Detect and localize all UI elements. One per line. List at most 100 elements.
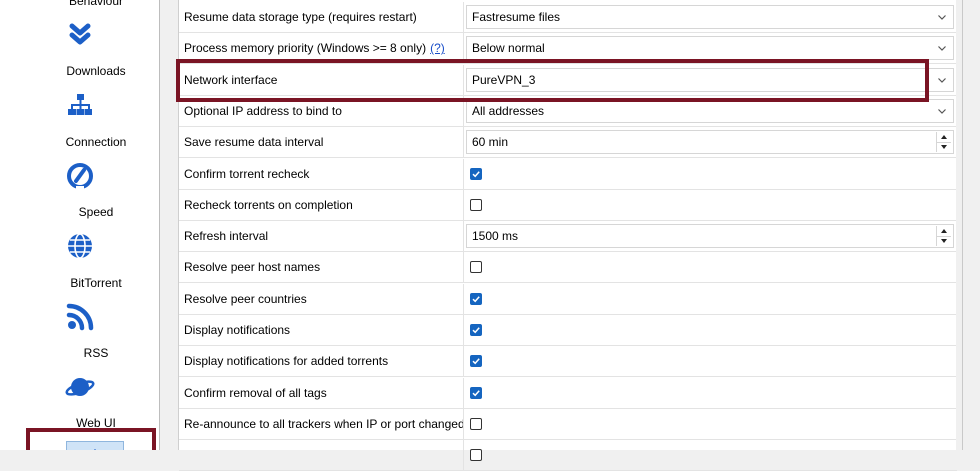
setting-value-cell	[463, 315, 957, 346]
settings-row: Confirm torrent recheck	[179, 158, 957, 190]
setting-combobox[interactable]: Below normal	[466, 36, 954, 61]
setting-label: Resume data storage type (requires resta…	[184, 2, 417, 33]
setting-label-text: Confirm removal of all tags	[184, 385, 327, 400]
setting-label-text: Process memory priority (Windows >= 8 on…	[184, 41, 427, 56]
settings-row: Resume data storage type (requires resta…	[179, 2, 957, 33]
setting-spinbox[interactable]: 60 min	[466, 130, 954, 155]
scrollbar-area[interactable]	[956, 0, 980, 450]
checkmark-icon	[472, 327, 480, 334]
checkmark-icon	[472, 170, 480, 177]
chevron-down-icon	[938, 77, 946, 83]
sidebar-item-behaviour-label[interactable]: Behaviour	[0, 0, 159, 8]
settings-row	[179, 440, 957, 471]
settings-row: Resolve peer countries	[179, 283, 957, 315]
setting-value-cell	[463, 440, 957, 471]
setting-label-text: Save resume data interval	[184, 135, 324, 150]
settings-row: Display notifications	[179, 315, 957, 346]
rss-icon[interactable]	[62, 299, 98, 335]
sidebar-item-speed-label[interactable]: Speed	[0, 205, 159, 219]
combobox-value: All addresses	[472, 103, 545, 118]
setting-value-cell	[463, 252, 957, 284]
setting-label: Save resume data interval	[184, 127, 323, 158]
setting-label-text: Resolve peer host names	[184, 260, 321, 275]
sidebar-item-rss-label[interactable]: RSS	[0, 346, 159, 360]
spinbox-value: 1500 ms	[472, 229, 519, 244]
checkbox-unchecked[interactable]	[470, 261, 482, 274]
downloads-icon[interactable]	[62, 16, 98, 52]
spin-down-button[interactable]	[937, 236, 951, 246]
setting-label-text: Refresh interval	[184, 229, 269, 244]
sidebar-item-bittorrent-label[interactable]: BitTorrent	[0, 276, 159, 290]
setting-value-cell	[463, 377, 957, 409]
highlight-box-sidebar	[26, 428, 156, 450]
settings-row: Recheck torrents on completion	[179, 189, 957, 221]
spin-down-button[interactable]	[937, 142, 951, 152]
setting-label-text: Resolve peer countries	[184, 291, 307, 306]
sidebar-item-downloads-label[interactable]: Downloads	[0, 64, 159, 78]
setting-label-text: Re-announce to all trackers when IP or p…	[184, 416, 465, 431]
chevron-down-icon	[938, 108, 946, 114]
checkbox-checked[interactable]	[470, 324, 482, 336]
sidebar-item-connection-label[interactable]: Connection	[0, 135, 159, 149]
setting-label-text: Display notifications for added torrents	[184, 354, 389, 369]
checkbox-unchecked[interactable]	[470, 449, 482, 462]
setting-spinbox[interactable]: 1500 ms	[466, 224, 954, 249]
setting-combobox[interactable]: All addresses	[466, 98, 954, 123]
settings-row: Re-announce to all trackers when IP or p…	[179, 408, 957, 440]
setting-label: Display notifications for added torrents	[184, 346, 388, 377]
checkbox-checked[interactable]	[470, 167, 482, 180]
setting-value-cell	[463, 189, 957, 221]
setting-label-text: Recheck torrents on completion	[184, 197, 353, 212]
setting-value-cell: 60 min	[463, 127, 957, 159]
checkbox-checked[interactable]	[470, 386, 482, 399]
setting-value-cell	[463, 158, 957, 190]
settings-row: Display notifications for added torrents	[179, 346, 957, 378]
setting-label: Re-announce to all trackers when IP or p…	[184, 409, 465, 440]
setting-label-text: Optional IP address to bind to	[184, 103, 342, 118]
connection-icon[interactable]	[62, 87, 98, 123]
settings-row: Save resume data interval 60 min	[179, 127, 957, 159]
bittorrent-icon[interactable]	[62, 228, 98, 264]
combobox-value: Fastresume files	[472, 10, 561, 24]
arrow-down-icon	[941, 145, 947, 150]
arrow-down-icon	[941, 239, 947, 244]
settings-row: Refresh interval 1500 ms	[179, 221, 957, 253]
setting-label: Confirm torrent recheck	[184, 159, 309, 190]
setting-label: Display notifications	[184, 315, 290, 346]
setting-label: Confirm removal of all tags	[184, 378, 327, 409]
webui-icon[interactable]	[62, 369, 98, 405]
checkbox-unchecked[interactable]	[470, 417, 482, 430]
arrow-up-icon	[941, 135, 947, 140]
setting-combobox[interactable]: Fastresume files	[466, 5, 954, 29]
chevron-down-icon	[938, 46, 946, 52]
setting-value-cell: Fastresume files	[463, 2, 957, 33]
spinbox-buttons	[936, 226, 951, 247]
checkbox-unchecked[interactable]	[470, 198, 482, 211]
settings-row: Resolve peer host names	[179, 252, 957, 284]
setting-label-text: Resume data storage type (requires resta…	[184, 10, 417, 24]
spinbox-buttons	[936, 132, 951, 153]
arrow-up-icon	[941, 229, 947, 234]
setting-label-text: Display notifications	[184, 323, 291, 337]
checkmark-icon	[472, 358, 480, 365]
options-sidebar: Behaviour Downloads Connection Speed Bit…	[0, 0, 160, 450]
spinbox-value: 60 min	[472, 135, 509, 150]
help-link[interactable]: (?)	[430, 41, 445, 55]
setting-label: Resolve peer countries	[184, 284, 307, 315]
speed-icon[interactable]	[62, 158, 98, 194]
checkmark-icon	[472, 295, 480, 303]
setting-label-text: Confirm torrent recheck	[184, 166, 310, 181]
setting-value-cell	[463, 283, 957, 315]
setting-label: Resolve peer host names	[184, 252, 320, 283]
checkmark-icon	[472, 389, 480, 396]
setting-label: Refresh interval	[184, 221, 268, 252]
chevron-down-icon	[938, 15, 946, 20]
checkbox-checked[interactable]	[470, 355, 482, 368]
scrollbar-track[interactable]	[962, 0, 963, 450]
setting-value-cell	[463, 408, 957, 440]
settings-row: Confirm removal of all tags	[179, 377, 957, 409]
checkbox-checked[interactable]	[470, 292, 482, 305]
setting-label: Recheck torrents on completion	[184, 190, 353, 221]
combobox-value: Below normal	[472, 41, 545, 56]
setting-value-cell	[463, 346, 957, 378]
